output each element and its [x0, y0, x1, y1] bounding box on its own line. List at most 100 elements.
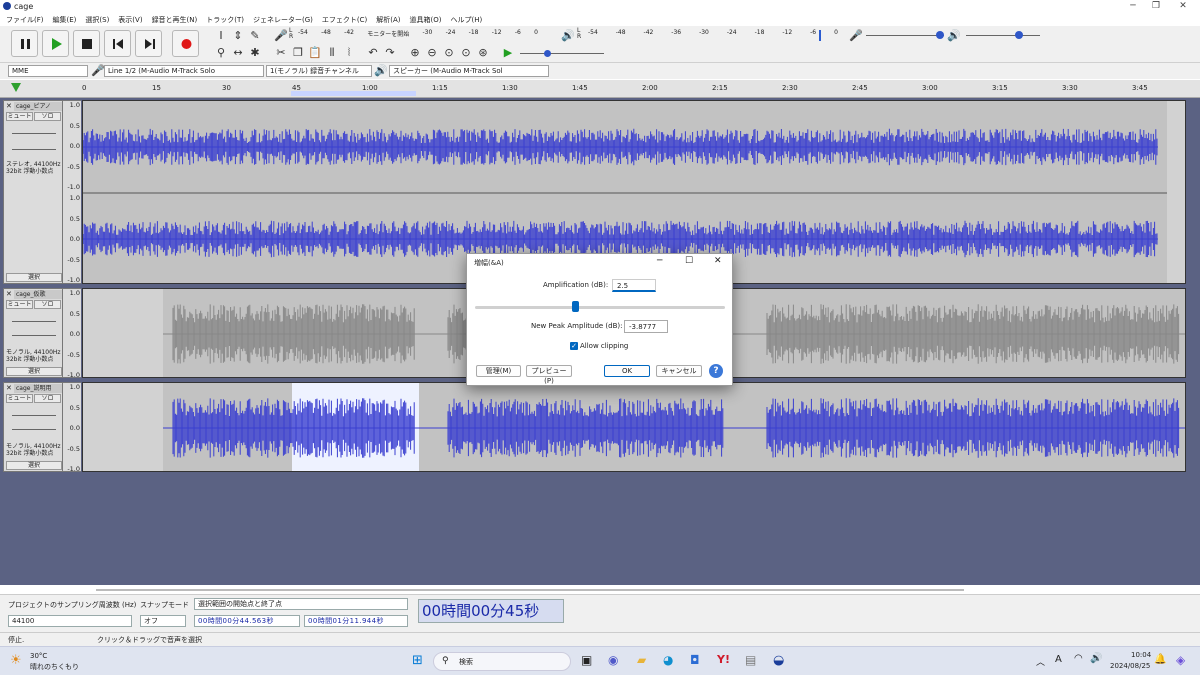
menu-effect[interactable]: エフェクト(C) — [322, 15, 367, 25]
minimize-icon[interactable]: ─ — [1122, 1, 1144, 12]
mic-icon[interactable]: 🎤 — [273, 28, 289, 44]
select-tool-icon[interactable]: I — [213, 28, 229, 44]
ime-indicator[interactable]: A — [1055, 654, 1062, 665]
weather-icon[interactable]: ☀ — [10, 653, 22, 668]
skip-end-button[interactable] — [135, 30, 162, 57]
taskbar-search[interactable]: ⚲ 検索 — [433, 652, 571, 671]
menu-view[interactable]: 表示(V) — [118, 15, 142, 25]
pan-slider[interactable] — [12, 335, 56, 336]
zoom-out-icon[interactable]: ⊖ — [424, 45, 440, 61]
store-icon[interactable]: ◘ — [690, 653, 700, 667]
fit-selection-icon[interactable]: ⊙ — [441, 45, 457, 61]
play-speed-thumb[interactable] — [544, 50, 551, 57]
menu-edit[interactable]: 編集(E) — [53, 15, 77, 25]
zoom-tool-icon[interactable]: ⚲ — [213, 45, 229, 61]
audio-position-display[interactable]: 00時間00分45秒 — [418, 599, 564, 623]
play-head-marker[interactable] — [11, 83, 21, 92]
pause-button[interactable] — [11, 30, 38, 57]
track-name[interactable]: cage_説明用 — [14, 384, 62, 393]
host-select[interactable]: MME — [8, 65, 88, 77]
timeline-ruler[interactable]: 0 15 30 45 1:00 1:15 1:30 1:45 2:00 2:15 2:30 2:45 3… — [0, 80, 1200, 98]
track-close-icon[interactable]: ✕ — [6, 102, 12, 110]
cancel-button[interactable]: キャンセル — [656, 365, 702, 377]
play-meter[interactable]: -54 -48 -42 -36 -30 -24 -18 -12 -6 0 — [588, 29, 838, 41]
wifi-icon[interactable]: ◠ — [1074, 653, 1083, 664]
menu-tracks[interactable]: トラック(T) — [206, 15, 244, 25]
copilot-icon[interactable]: ◈ — [1176, 653, 1185, 667]
dialog-maximize-icon[interactable]: ☐ — [685, 256, 693, 266]
speaker-icon[interactable]: 🔊 — [560, 28, 576, 44]
gain-slider[interactable] — [12, 133, 56, 134]
maximize-icon[interactable]: ❐ — [1145, 1, 1167, 12]
input-device-select[interactable]: Line 1/2 (M-Audio M-Track Solo — [104, 65, 264, 77]
fit-project-icon[interactable]: ⊙ — [458, 45, 474, 61]
select-button[interactable]: 選択 — [6, 367, 62, 376]
volume-icon[interactable]: 🔊 — [1090, 653, 1102, 664]
dialog-minimize-icon[interactable]: ─ — [657, 256, 662, 266]
output-device-select[interactable]: スピーカー (M-Audio M-Track Sol — [389, 65, 549, 77]
mute-button[interactable]: ミュート — [6, 300, 33, 309]
draw-tool-icon[interactable]: ✎ — [247, 28, 263, 44]
gain-slider[interactable] — [12, 415, 56, 416]
selection-start-time[interactable]: 00時間00分44.563秒 — [194, 615, 300, 627]
menu-select[interactable]: 選択(S) — [85, 15, 109, 25]
amplification-slider-thumb[interactable] — [572, 301, 579, 312]
pan-slider[interactable] — [12, 429, 56, 430]
rate-select[interactable]: 44100 — [8, 615, 132, 627]
envelope-tool-icon[interactable]: ⇕ — [230, 28, 246, 44]
channels-select[interactable]: 1(モノラル) 録音チャンネル — [266, 65, 372, 77]
solo-button[interactable]: ソロ — [34, 300, 61, 309]
help-icon[interactable]: ? — [709, 364, 723, 378]
selection-end-time[interactable]: 00時間01分11.944秒 — [304, 615, 408, 627]
menu-generate[interactable]: ジェネレーター(G) — [253, 15, 313, 25]
manage-button[interactable]: 管理(M) — [476, 365, 521, 377]
amplification-input[interactable]: 2.5 — [612, 279, 656, 292]
select-button[interactable]: 選択 — [6, 273, 62, 282]
play-volume-slider[interactable] — [966, 35, 1040, 36]
stop-button[interactable] — [73, 30, 100, 57]
menu-analyze[interactable]: 解析(A) — [376, 15, 400, 25]
redo-icon[interactable]: ↷ — [382, 45, 398, 61]
allow-clipping-checkbox[interactable]: ✓ — [570, 342, 578, 350]
cut-icon[interactable]: ✂ — [273, 45, 289, 61]
silence-icon[interactable]: ⦚ — [341, 45, 357, 61]
teams-icon[interactable]: ◉ — [608, 653, 618, 667]
record-volume-slider[interactable] — [866, 35, 944, 36]
solo-button[interactable]: ソロ — [34, 394, 61, 403]
start-icon[interactable]: ⊞ — [412, 653, 423, 668]
app-icon-taskbar[interactable]: ▤ — [745, 653, 756, 667]
play-button[interactable] — [42, 30, 69, 57]
menu-help[interactable]: ヘルプ(H) — [451, 15, 483, 25]
mute-button[interactable]: ミュート — [6, 112, 33, 121]
dialog-close-icon[interactable]: ✕ — [714, 256, 722, 266]
undo-icon[interactable]: ↶ — [365, 45, 381, 61]
audacity-taskbar-icon[interactable]: ◒ — [773, 653, 784, 668]
explorer-icon[interactable]: ▰ — [637, 653, 646, 667]
menu-tools[interactable]: 道具箱(O) — [410, 15, 442, 25]
ok-button[interactable]: OK — [604, 365, 650, 377]
waveform-mono[interactable] — [82, 382, 1186, 472]
tray-chevron-icon[interactable]: ︿ — [1036, 655, 1045, 668]
clock-date[interactable]: 2024/08/25 — [1110, 662, 1150, 670]
preview-button[interactable]: プレビュー(P) — [526, 365, 572, 385]
mute-button[interactable]: ミュート — [6, 394, 33, 403]
paste-icon[interactable]: 📋 — [307, 45, 323, 61]
amplification-slider[interactable] — [475, 306, 725, 309]
notification-icon[interactable]: 🔔 — [1154, 654, 1166, 665]
track-close-icon[interactable]: ✕ — [6, 290, 12, 298]
gain-slider[interactable] — [12, 321, 56, 322]
close-icon[interactable]: ✕ — [1172, 1, 1194, 12]
copy-icon[interactable]: ❐ — [290, 45, 306, 61]
clock-time[interactable]: 10:04 — [1131, 651, 1151, 659]
solo-button[interactable]: ソロ — [34, 112, 61, 121]
track-name[interactable]: cage_ピアノ — [14, 102, 62, 111]
timeshift-tool-icon[interactable]: ↔ — [230, 45, 246, 61]
menu-transport[interactable]: 録音と再生(N) — [152, 15, 198, 25]
select-button[interactable]: 選択 — [6, 461, 62, 470]
menu-file[interactable]: ファイル(F) — [6, 15, 44, 25]
play-speed-slider[interactable] — [520, 53, 604, 54]
selection-mode-select[interactable]: 選択範囲の開始点と終了点 — [194, 598, 408, 610]
edge-icon[interactable]: ◕ — [663, 653, 673, 667]
yahoo-icon[interactable]: Y! — [717, 653, 730, 666]
play-volume-thumb[interactable] — [1015, 31, 1023, 39]
